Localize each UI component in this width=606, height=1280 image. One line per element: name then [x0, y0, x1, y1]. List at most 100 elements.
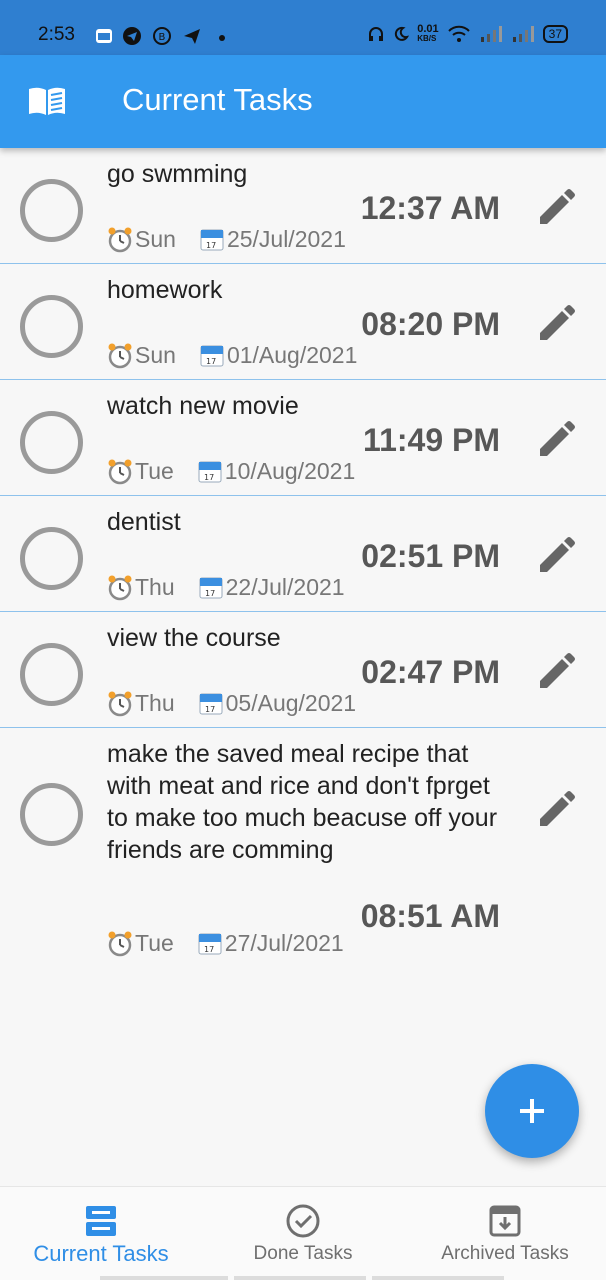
task-meta: Tue 17 27/Jul/2021: [107, 930, 344, 957]
alarm-clock-icon: [108, 691, 132, 716]
task-meta: Sun 17 25/Jul/2021: [107, 226, 346, 253]
task-date: 01/Aug/2021: [226, 342, 358, 368]
telegram-icon: [123, 27, 141, 45]
task-day: Tue: [135, 458, 174, 484]
svg-text:B: B: [159, 32, 166, 43]
nav-done-tasks[interactable]: Done Tasks: [202, 1187, 404, 1280]
app-bar: Current Tasks: [0, 55, 606, 148]
business-icon: B: [153, 27, 171, 45]
task-complete-checkbox[interactable]: [20, 643, 83, 706]
alarm-clock-icon: [108, 931, 132, 956]
svg-text:17: 17: [206, 357, 216, 366]
task-meta: Thu 17 22/Jul/2021: [107, 574, 345, 601]
svg-text:17: 17: [205, 589, 215, 598]
add-task-button[interactable]: [485, 1064, 579, 1158]
task-day: Sun: [135, 226, 176, 252]
task-complete-checkbox[interactable]: [20, 527, 83, 590]
alarm-clock-icon: [108, 459, 132, 484]
svg-text:17: 17: [204, 473, 214, 482]
calendar-icon: 17: [199, 693, 223, 714]
edit-pencil-icon[interactable]: [536, 790, 576, 830]
task-complete-checkbox[interactable]: [20, 783, 83, 846]
task-date: 10/Aug/2021: [224, 458, 356, 484]
task-title: go swmming: [107, 160, 248, 188]
task-time: 02:47 PM: [361, 654, 500, 690]
task-row[interactable]: make the saved meal recipe that with mea…: [0, 728, 606, 978]
net-speed: 0.01 KB/S: [417, 23, 439, 44]
task-row[interactable]: go swmming 12:37 AM Sun 17 25/Jul/2021: [0, 148, 606, 264]
nav-indicator: [234, 1276, 366, 1280]
wifi-icon: [447, 25, 470, 42]
nav-indicator: [372, 1276, 504, 1280]
edit-pencil-icon[interactable]: [536, 304, 576, 344]
svg-text:17: 17: [204, 945, 214, 954]
task-complete-checkbox[interactable]: [20, 179, 83, 242]
task-meta: Thu 17 05/Aug/2021: [107, 690, 356, 717]
task-meta: Tue 17 10/Aug/2021: [107, 458, 355, 485]
status-right: 0.01 KB/S 37: [367, 24, 568, 44]
task-time: 08:20 PM: [361, 306, 500, 342]
dot-icon: [219, 35, 225, 41]
nav-label: Done Tasks: [253, 1243, 353, 1264]
task-list: go swmming 12:37 AM Sun 17 25/Jul/2021 h…: [0, 148, 606, 978]
alarm-clock-icon: [108, 343, 132, 368]
edit-pencil-icon[interactable]: [536, 420, 576, 460]
task-title: homework: [107, 276, 223, 304]
task-row[interactable]: dentist 02:51 PM Thu 17 22/Jul/2021: [0, 496, 606, 612]
status-time: 2:53: [38, 24, 75, 45]
archive-icon: [489, 1205, 521, 1237]
task-title: dentist: [107, 508, 181, 536]
bottom-navigation: Current Tasks Done Tasks Archived Tasks: [0, 1186, 606, 1280]
alarm-clock-icon: [108, 227, 132, 252]
task-date: 05/Aug/2021: [225, 690, 357, 716]
moon-icon: [395, 26, 410, 41]
task-time: 08:51 AM: [360, 898, 500, 934]
task-meta: Sun 17 01/Aug/2021: [107, 342, 357, 369]
nav-archived-tasks[interactable]: Archived Tasks: [404, 1187, 606, 1280]
battery-indicator: 37: [542, 25, 568, 43]
nav-current-tasks[interactable]: Current Tasks: [0, 1187, 202, 1280]
task-complete-checkbox[interactable]: [20, 411, 83, 474]
book-icon: [29, 87, 65, 115]
headphones-icon: [369, 27, 384, 41]
edit-pencil-icon[interactable]: [536, 536, 576, 576]
signal-icon-2: [512, 26, 534, 42]
send-icon: [184, 29, 200, 44]
task-day: Sun: [135, 342, 176, 368]
nav-indicator: [100, 1276, 228, 1280]
edit-pencil-icon[interactable]: [536, 652, 576, 692]
task-date: 27/Jul/2021: [224, 930, 344, 956]
signal-icon: [480, 26, 502, 42]
calendar-icon: 17: [200, 345, 224, 366]
task-day: Thu: [135, 574, 175, 600]
calendar-icon: 17: [200, 229, 224, 250]
task-time: 02:51 PM: [361, 538, 500, 574]
task-time: 11:49 PM: [363, 422, 500, 458]
plus-icon: [520, 1099, 544, 1123]
task-complete-checkbox[interactable]: [20, 295, 83, 358]
status-bar: 2:53 B 0.01 KB/S 37: [0, 0, 606, 55]
task-title: watch new movie: [107, 392, 299, 420]
svg-text:17: 17: [205, 705, 215, 714]
task-day: Thu: [135, 690, 175, 716]
edit-pencil-icon[interactable]: [536, 188, 576, 228]
task-row[interactable]: view the course 02:47 PM Thu 17 05/Aug/2…: [0, 612, 606, 728]
nav-label: Current Tasks: [33, 1241, 169, 1266]
android-icon: [96, 29, 112, 43]
task-date: 25/Jul/2021: [226, 226, 346, 252]
task-title: make the saved meal recipe that with mea…: [107, 740, 498, 864]
alarm-clock-icon: [108, 575, 132, 600]
svg-text:17: 17: [206, 241, 216, 250]
task-day: Tue: [135, 930, 174, 956]
page-title: Current Tasks: [122, 82, 313, 117]
check-circle-icon: [286, 1204, 320, 1238]
task-row[interactable]: watch new movie 11:49 PM Tue 17 10/Aug/2…: [0, 380, 606, 496]
calendar-icon: 17: [198, 461, 222, 482]
inbox-tray-icon: [86, 1206, 116, 1236]
nav-label: Archived Tasks: [441, 1243, 569, 1264]
calendar-icon: 17: [199, 577, 223, 598]
task-date: 22/Jul/2021: [225, 574, 345, 600]
task-row[interactable]: homework 08:20 PM Sun 17 01/Aug/2021: [0, 264, 606, 380]
calendar-icon: 17: [198, 933, 222, 954]
task-title: view the course: [107, 624, 281, 652]
